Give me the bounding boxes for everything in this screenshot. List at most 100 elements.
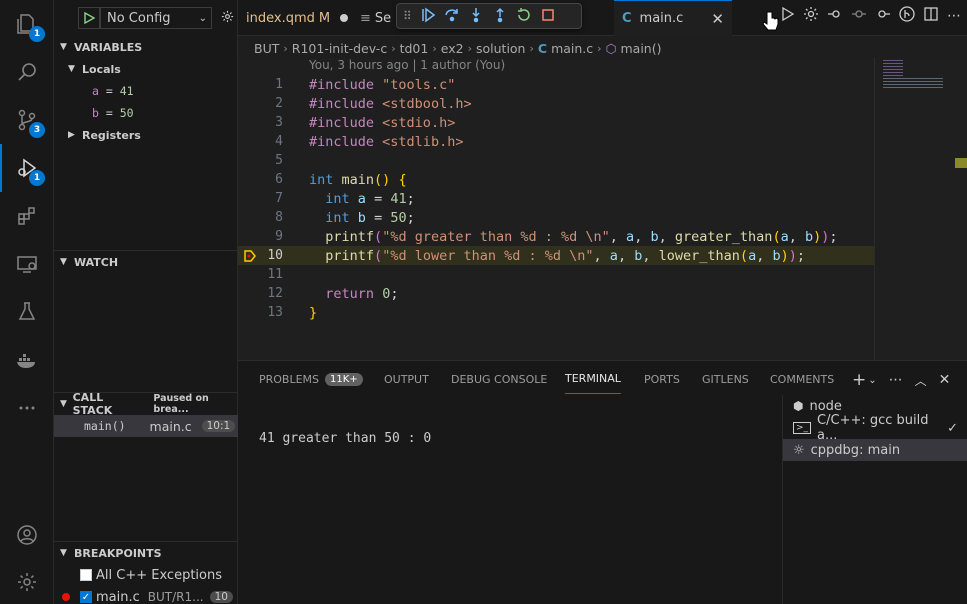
variable-name: b [92,106,99,120]
checkbox-unchecked[interactable] [80,569,92,581]
tab-gitlens[interactable]: GITLENS [702,361,749,397]
code-line[interactable]: 12 return 0; [238,284,874,303]
new-terminal-plus-icon[interactable]: + [852,370,866,390]
breakpoint-path: BUT/R1... [147,590,204,604]
explorer-icon[interactable]: 1 [0,0,54,48]
settings-gear-icon[interactable] [0,558,54,604]
code-line[interactable]: 5 [238,151,874,170]
git-compare-icon[interactable] [899,6,915,25]
breadcrumb-item[interactable]: td01 [400,41,429,56]
variable-value: 41 [119,84,134,98]
drag-handle-icon[interactable]: ⠿ [403,9,412,23]
step-out-icon[interactable] [492,7,508,26]
breadcrumb-item[interactable]: solution [476,41,526,56]
tab-index-qmd[interactable]: index.qmd M [238,0,356,36]
breadcrumb-item[interactable]: main.c [551,41,593,56]
chevron-down-icon: ▼ [60,257,67,267]
testing-icon[interactable] [0,288,54,336]
current-execution-line[interactable]: 10 printf("%d lower than %d : %d \n", a,… [238,246,874,265]
registers-node[interactable]: ▶ Registers [68,124,141,146]
callstack-section-header[interactable]: ▼ CALL STACK Paused on brea... [54,391,238,417]
variable-row-a[interactable]: a = 41 [92,80,134,102]
stop-icon[interactable] [540,7,556,26]
tab-ports[interactable]: PORTS [644,361,680,397]
restart-icon[interactable] [516,7,532,26]
git-blame-annotation[interactable]: You, 3 hours ago | 1 author (You) [309,58,505,74]
breadcrumb-item[interactable]: ex2 [441,41,464,56]
terminal-label: cppdbg: main [810,442,901,458]
go-forward-icon[interactable] [875,6,891,25]
tab-label: GITLENS [702,372,749,386]
debug-settings-gear-icon[interactable] [803,6,819,25]
code-editor[interactable]: You, 3 hours ago | 1 author (You) 1 #incl… [238,58,967,360]
stack-frame-row[interactable]: main() main.c 10:1 [54,415,238,437]
search-icon[interactable] [0,48,54,96]
tab-output[interactable]: OUTPUT [384,361,429,397]
run-file-icon[interactable] [779,6,795,25]
tab-debug-console[interactable]: DEBUG CONSOLE [451,361,547,397]
run-debug-icon[interactable]: 1 [0,144,54,192]
breakpoints-title: BREAKPOINTS [74,546,162,560]
chevron-right-icon: › [529,41,534,55]
variables-section-header[interactable]: ▼ VARIABLES [54,36,238,58]
code-line[interactable]: 4 #include <stdlib.h> [238,132,874,151]
problems-count-badge: 11K+ [325,372,363,386]
source-control-icon[interactable]: 3 [0,96,54,144]
maximize-panel-icon[interactable]: ︿ [915,372,927,389]
terminal-item-cppdbg[interactable]: ☼ cppdbg: main [783,439,967,461]
tab-label: DEBUG CONSOLE [451,372,548,386]
tab-terminal[interactable]: TERMINAL [565,364,621,394]
close-icon[interactable]: ✕ [711,10,724,28]
go-back-icon[interactable] [827,6,843,25]
more-icon[interactable] [0,384,54,432]
code-line[interactable]: 8 int b = 50; [238,208,874,227]
close-panel-icon[interactable]: ✕ [939,372,951,388]
code-line[interactable]: 6 int main() { [238,170,874,189]
step-over-icon[interactable] [444,7,460,26]
tab-comments[interactable]: COMMENTS [770,361,834,397]
locals-node[interactable]: ▼ Locals [68,58,121,80]
code-line[interactable]: 13} [238,303,874,322]
tab-main-c[interactable]: C main.c ✕ [614,0,732,36]
timeline-icon[interactable] [851,6,867,25]
terminal-output[interactable]: 41 greater than 50 : 0 [259,431,431,446]
breakpoints-section-header[interactable]: ▼ BREAKPOINTS [54,542,238,564]
code-line[interactable]: 11 [238,265,874,284]
breakpoint-row[interactable]: ✓ main.c BUT/R1... 10 [62,586,238,604]
mouse-cursor-icon [762,10,780,35]
watch-section-header[interactable]: ▼ WATCH [54,251,238,273]
line-number: 2 [275,96,283,111]
breadcrumb-item[interactable]: R101-init-dev-c [292,41,387,56]
terminal-icon: >_ [793,422,812,434]
code-line[interactable]: 2 #include <stdbool.h> [238,94,874,113]
variable-row-b[interactable]: b = 50 [92,102,134,124]
launch-config-select[interactable]: No Config ⌄ [100,7,212,29]
breadcrumb-item[interactable]: BUT [254,41,279,56]
line-number: 5 [275,153,283,168]
minimap[interactable] [874,58,967,360]
step-into-icon[interactable] [468,7,484,26]
code-line[interactable]: 7 int a = 41; [238,189,874,208]
remote-explorer-icon[interactable] [0,240,54,288]
line-number: 8 [275,210,283,225]
start-debug-button[interactable] [78,7,100,29]
code-line[interactable]: 3 #include <stdio.h> [238,113,874,132]
more-actions-icon[interactable]: ⋯ [947,8,961,24]
account-icon[interactable] [0,511,54,559]
breakpoint-row[interactable]: All C++ Exceptions [80,564,222,586]
split-editor-icon[interactable] [923,6,939,25]
chevron-down-icon[interactable]: ⌄ [868,375,876,386]
tab-settings[interactable]: ≡ Se [352,0,399,36]
code-line[interactable]: 1 #include "tools.c" [238,75,874,94]
stack-frame-position: 10:1 [201,420,236,432]
extensions-icon[interactable] [0,192,54,240]
checkbox-checked[interactable]: ✓ [80,591,92,603]
more-actions-icon[interactable]: ⋯ [889,372,903,388]
continue-icon[interactable] [420,7,436,26]
tab-problems[interactable]: PROBLEMS 11K+ [259,361,363,397]
terminal-item-build[interactable]: >_ C/C++: gcc build a... ✓ [783,413,967,443]
code-line[interactable]: 9 printf("%d greater than %d : %d \n", a… [238,227,874,246]
breadcrumb-item[interactable]: main() [620,41,661,56]
docker-icon[interactable] [0,336,54,384]
launch-settings-gear-icon[interactable] [220,9,235,27]
